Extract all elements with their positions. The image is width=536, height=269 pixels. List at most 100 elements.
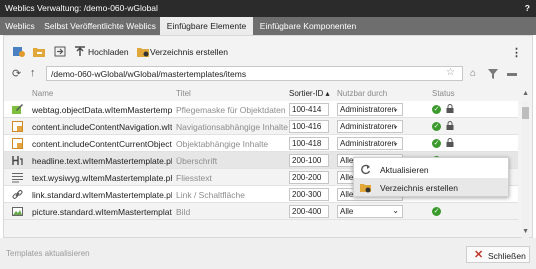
select-value: Administratoren	[340, 105, 397, 114]
sort-id-field[interactable]: 100-418	[289, 137, 329, 150]
include-icon	[12, 138, 23, 149]
context-menu-label: Verzeichnis erstellen	[380, 183, 458, 193]
table-scrollbar[interactable]	[522, 101, 529, 239]
settings-icon[interactable]	[13, 46, 25, 57]
chevron-down-icon: ⌄	[392, 121, 399, 130]
window-title: Weblics Verwaltung: /demo-060-wGlobal	[5, 3, 158, 13]
footer-status-text: Templates aktualisieren	[6, 249, 90, 258]
import-icon[interactable]	[54, 46, 66, 57]
link-icon	[12, 190, 23, 199]
filter-icon[interactable]	[488, 69, 498, 79]
row-title: Link / Schaltfläche	[176, 190, 245, 200]
row-name: headline.text.wItemMastertemplate.php	[32, 156, 172, 166]
column-title[interactable]: Titel	[176, 89, 191, 98]
select-value: Administratoren	[340, 122, 397, 131]
sort-id-field[interactable]: 200-400	[289, 205, 329, 218]
usable-by-select[interactable]: Alle ⌄	[337, 205, 403, 218]
status-ok-icon: ✓	[432, 207, 441, 216]
favorite-star-icon[interactable]: ☆	[446, 67, 455, 78]
headline-icon	[12, 156, 23, 165]
context-menu: Aktualisieren Verzeichnis erstellen	[353, 157, 509, 197]
scroll-up-arrow-icon[interactable]: ▲	[522, 90, 529, 97]
row-name: text.wysiwyg.wItemMastertemplate.php	[32, 173, 172, 183]
close-button[interactable]: ✕ Schließen	[466, 246, 530, 263]
table-row[interactable]: content.includeContentNavigation.wItem N…	[4, 118, 518, 135]
column-status[interactable]: Status	[432, 89, 455, 98]
select-value: Alle	[340, 173, 354, 182]
column-sort-id[interactable]: Sortier-ID ▴	[289, 89, 329, 98]
row-title: Bild	[176, 207, 191, 217]
text-icon	[12, 172, 23, 183]
tab-selbst-veroeffentlichte-weblics[interactable]: Selbst Veröffentlichte Weblics	[40, 17, 160, 35]
tab-bar: Weblics Selbst Veröffentlichte Weblics E…	[0, 17, 536, 35]
chevron-down-icon: ⌄	[392, 138, 399, 147]
chevron-down-icon: ⌄	[392, 206, 399, 215]
scroll-down-arrow-icon[interactable]: ▼	[522, 228, 529, 235]
column-usable-by[interactable]: Nutzbar durch	[337, 89, 387, 98]
table-row[interactable]: webtag.objectData.wItemMastertemplate.p …	[4, 101, 518, 118]
path-input[interactable]	[46, 66, 463, 81]
lock-icon	[446, 121, 454, 130]
context-menu-refresh[interactable]: Aktualisieren	[354, 160, 508, 178]
folder-create-icon	[360, 184, 371, 193]
up-arrow-icon[interactable]: ↑	[30, 67, 36, 79]
upload-button[interactable]: Hochladen	[88, 47, 129, 57]
sort-id-field[interactable]: 100-414	[289, 103, 329, 116]
status-ok-icon: ✓	[432, 122, 441, 131]
select-value: Alle	[340, 156, 354, 165]
select-value: Alle	[340, 207, 354, 216]
include-icon	[12, 121, 23, 132]
window-titlebar: Weblics Verwaltung: /demo-060-wGlobal ?	[0, 0, 536, 17]
create-directory-button[interactable]: Verzeichnis erstellen	[150, 47, 228, 57]
lock-icon	[446, 138, 454, 147]
scrollbar-thumb[interactable]	[522, 107, 529, 119]
tab-weblics[interactable]: Weblics	[0, 17, 40, 35]
refresh-icon	[361, 164, 371, 175]
sort-id-field[interactable]: 100-416	[289, 120, 329, 133]
sort-id-field[interactable]: 200-100	[289, 154, 329, 167]
row-name: webtag.objectData.wItemMastertemplate.p	[32, 105, 172, 115]
sort-id-field[interactable]: 200-200	[289, 171, 329, 184]
tab-einfuegbare-elemente[interactable]: Einfügbare Elemente	[160, 17, 253, 35]
collapse-icon[interactable]: ▬	[507, 68, 517, 79]
close-icon: ✕	[474, 249, 484, 261]
upload-icon[interactable]	[74, 46, 86, 57]
refresh-icon[interactable]: ⟳	[12, 67, 21, 80]
table-row[interactable]: content.includeContentCurrentObject.wIt …	[4, 135, 518, 152]
table-header: Name Titel Sortier-ID ▴ Nutzbar durch St…	[4, 88, 518, 100]
footer: Templates aktualisieren ✕ Schließen	[0, 238, 536, 269]
lock-icon	[446, 104, 454, 113]
context-menu-create-directory[interactable]: Verzeichnis erstellen	[354, 178, 508, 196]
status-ok-icon: ✓	[432, 139, 441, 148]
row-name: content.includeContentCurrentObject.wIt	[32, 139, 172, 149]
row-name: link.standard.wItemMastertemplate.php	[32, 190, 172, 200]
row-name: picture.standard.wItemMastertemplate.p	[32, 207, 172, 217]
column-name[interactable]: Name	[32, 89, 53, 98]
toolbar: Hochladen Verzeichnis erstellen ⋮	[4, 44, 532, 60]
mask-icon	[12, 104, 23, 114]
row-title: Fliesstext	[176, 173, 212, 183]
picture-icon	[12, 207, 23, 216]
table-row[interactable]: picture.standard.wItemMastertemplate.p B…	[4, 203, 518, 220]
close-button-label: Schließen	[488, 251, 526, 261]
row-title: Objektabhängige Inhalte	[176, 139, 269, 149]
row-title: Navigationsabhängige Inhalte	[176, 122, 288, 132]
content-panel: Hochladen Verzeichnis erstellen ⋮ ⟳ ↑ ☆ …	[3, 35, 533, 239]
row-title: Pflegemaske für Objektdaten	[176, 105, 286, 115]
home-icon[interactable]: ⌂	[470, 68, 476, 79]
folder-open-icon[interactable]	[33, 46, 45, 57]
chevron-down-icon: ⌄	[392, 104, 399, 113]
usable-by-select[interactable]: Administratoren ⌄	[337, 103, 403, 116]
more-options-icon[interactable]: ⋮	[511, 46, 522, 59]
select-value: Administratoren	[340, 139, 397, 148]
row-name: content.includeContentNavigation.wItem	[32, 122, 172, 132]
path-bar: ⟳ ↑ ☆ ⌂ ▬	[4, 65, 532, 83]
help-icon[interactable]: ?	[525, 3, 530, 13]
status-ok-icon: ✓	[432, 105, 441, 114]
usable-by-select[interactable]: Administratoren ⌄	[337, 120, 403, 133]
tab-einfuegbare-komponenten[interactable]: Einfügbare Komponenten	[253, 17, 363, 35]
row-title: Überschrift	[176, 156, 218, 166]
usable-by-select[interactable]: Administratoren ⌄	[337, 137, 403, 150]
sort-id-field[interactable]: 200-300	[289, 188, 329, 201]
folder-create-icon[interactable]	[137, 46, 149, 57]
